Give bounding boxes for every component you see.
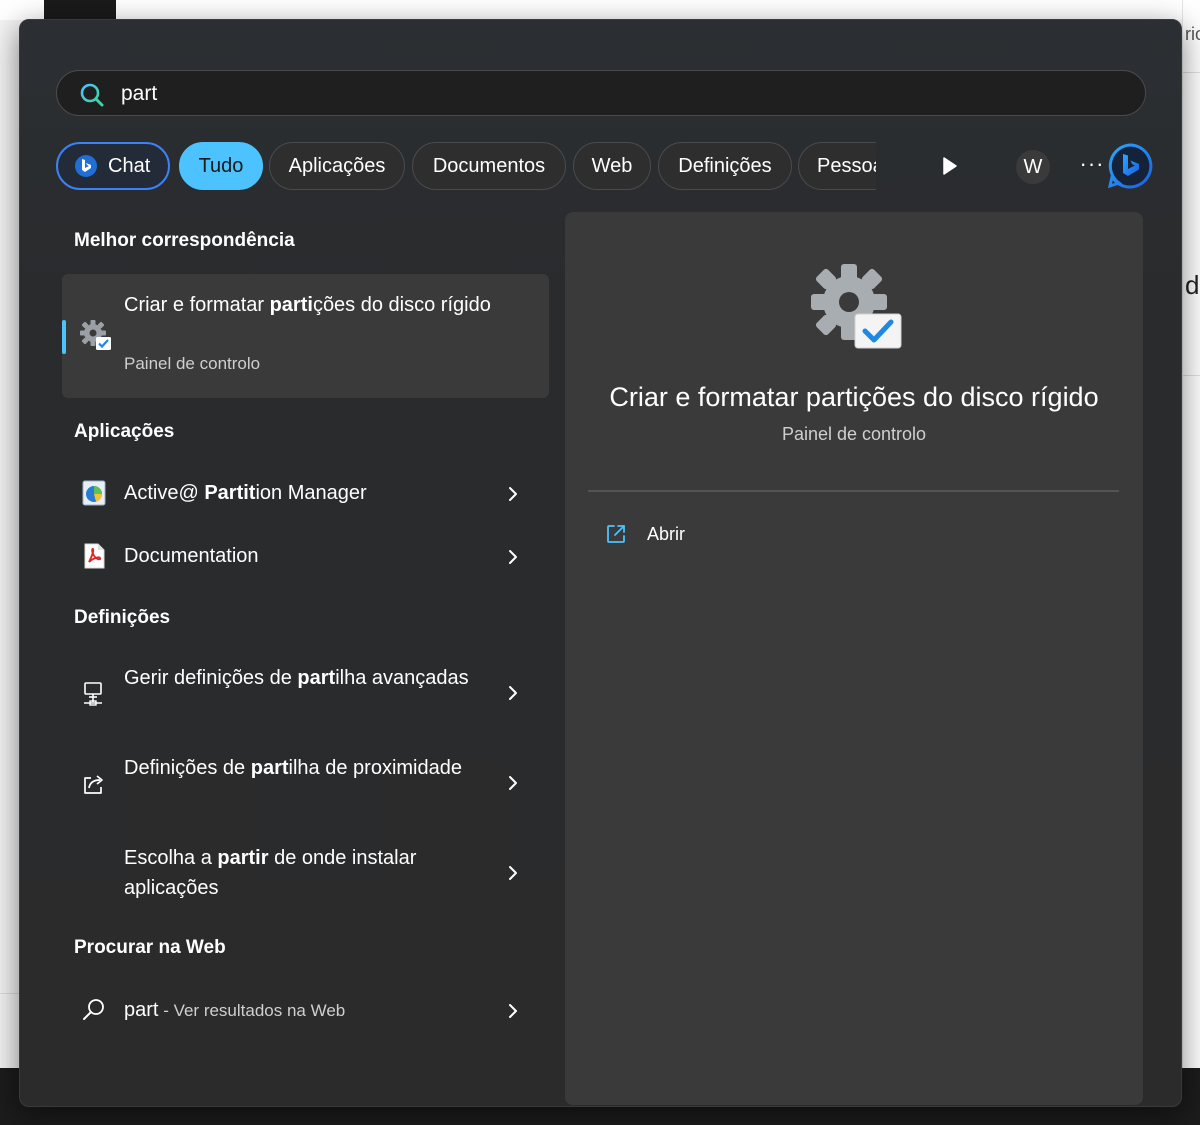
control-panel-gear-icon bbox=[80, 320, 111, 350]
chevron-right-icon[interactable] bbox=[506, 548, 520, 566]
tab-apps[interactable]: Aplicações bbox=[269, 142, 405, 190]
partition-manager-app-icon bbox=[82, 480, 106, 506]
bing-chat-icon[interactable] bbox=[1106, 142, 1154, 190]
settings-item-advanced-sharing[interactable]: Gerir definições de partilha avançadas bbox=[62, 653, 549, 733]
best-match-item[interactable]: Criar e formatar partições do disco rígi… bbox=[62, 274, 549, 398]
search-icon bbox=[83, 999, 104, 1020]
open-action-label: Abrir bbox=[647, 524, 686, 544]
best-match-subtitle: Painel de controlo bbox=[124, 354, 261, 373]
preview-pane: Criar e formatar partições do disco rígi… bbox=[565, 212, 1143, 1105]
settings-item-nearby-sharing[interactable]: Definições de partilha de proximidade bbox=[62, 743, 549, 823]
settings-item-label: Escolha a partir de onde instalar aplica… bbox=[124, 847, 417, 899]
app-item-active-partition-manager[interactable]: Active@ Partition Manager bbox=[62, 468, 549, 518]
tab-chat[interactable]: Chat bbox=[56, 142, 170, 190]
background-window-top bbox=[0, 0, 1200, 20]
search-flyout: Chat Tudo Aplicações Documentos Web Defi… bbox=[19, 19, 1182, 1107]
open-external-icon bbox=[607, 525, 625, 543]
app-item-label: Active@ Partition Manager bbox=[124, 482, 367, 504]
more-options-icon[interactable]: ··· bbox=[1077, 152, 1107, 182]
section-title-best-match: Melhor correspondência bbox=[74, 230, 295, 251]
tab-documents[interactable]: Documentos bbox=[412, 142, 566, 190]
bing-icon bbox=[75, 155, 97, 177]
preview-subtitle: Painel de controlo bbox=[781, 424, 927, 444]
background-text: rio bbox=[1185, 24, 1200, 44]
chevron-right-icon[interactable] bbox=[506, 1002, 520, 1020]
background-window-right: rio dc bbox=[1182, 0, 1200, 1070]
section-title-settings: Definições bbox=[74, 607, 171, 628]
filter-tabs: Chat Tudo Aplicações Documentos Web Defi… bbox=[56, 142, 1156, 190]
preview-title: Criar e formatar partições do disco rígi… bbox=[609, 382, 1099, 412]
tab-all[interactable]: Tudo bbox=[179, 142, 263, 190]
preview-divider bbox=[588, 490, 1119, 492]
network-computer-icon bbox=[84, 682, 102, 706]
web-search-item[interactable]: part - Ver resultados na Web bbox=[62, 985, 549, 1035]
background-divider bbox=[1183, 375, 1200, 376]
settings-item-label: Definições de partilha de proximidade bbox=[124, 757, 462, 779]
settings-item-install-apps-from[interactable]: Escolha a partir de onde instalar aplica… bbox=[62, 833, 549, 913]
app-item-label: Documentation bbox=[124, 545, 259, 567]
background-divider bbox=[0, 993, 20, 994]
share-icon bbox=[84, 775, 103, 794]
search-input[interactable] bbox=[121, 79, 1101, 109]
chevron-right-icon[interactable] bbox=[506, 774, 520, 792]
background-divider bbox=[1183, 72, 1200, 73]
pdf-document-icon bbox=[84, 543, 105, 569]
app-item-documentation[interactable]: Documentation bbox=[62, 531, 549, 581]
tab-label: Chat bbox=[108, 155, 151, 177]
background-window-block bbox=[44, 0, 116, 20]
tab-web[interactable]: Web bbox=[573, 142, 651, 190]
background-text: dc bbox=[1185, 270, 1200, 300]
play-icon[interactable] bbox=[942, 156, 958, 176]
settings-item-label: Gerir definições de partilha avançadas bbox=[124, 667, 469, 689]
account-avatar[interactable]: W bbox=[1016, 150, 1050, 184]
open-action[interactable]: Abrir bbox=[605, 520, 905, 552]
selection-indicator bbox=[62, 320, 66, 354]
search-box[interactable] bbox=[56, 70, 1146, 116]
best-match-title: Criar e formatar partições do disco rígi… bbox=[124, 294, 491, 316]
section-title-web: Procurar na Web bbox=[74, 937, 226, 958]
chevron-right-icon[interactable] bbox=[506, 684, 520, 702]
web-search-label: part - Ver resultados na Web bbox=[124, 999, 346, 1021]
chevron-right-icon[interactable] bbox=[506, 485, 520, 503]
control-panel-gear-icon bbox=[811, 264, 902, 349]
chevron-right-icon[interactable] bbox=[506, 864, 520, 882]
tab-settings[interactable]: Definições bbox=[658, 142, 792, 190]
section-title-apps: Aplicações bbox=[74, 421, 175, 442]
search-icon bbox=[80, 83, 104, 107]
tab-people[interactable]: Pessoas bbox=[798, 142, 876, 190]
